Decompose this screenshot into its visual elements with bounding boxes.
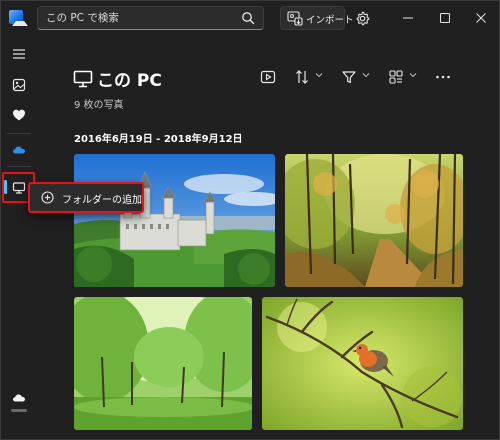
sidebar-item-onedrive[interactable] — [6, 137, 32, 163]
sidebar-item-favorites[interactable] — [6, 102, 32, 128]
import-icon — [287, 11, 303, 26]
chevron-down-icon — [315, 73, 323, 78]
photo-thumbnail-castle[interactable] — [74, 154, 275, 287]
rail-divider — [7, 166, 31, 167]
menu-toggle-button[interactable] — [6, 41, 32, 67]
maximize-button[interactable] — [427, 0, 464, 36]
search-input[interactable] — [46, 10, 236, 26]
photos-app-icon — [9, 10, 28, 26]
more-options-button[interactable] — [433, 66, 453, 88]
gear-icon — [356, 11, 370, 26]
add-folder-label: フォルダーの追加 — [62, 195, 142, 206]
onedrive-cloud-icon — [13, 146, 25, 154]
navigation-rail — [0, 38, 38, 440]
minimize-icon — [403, 17, 413, 19]
search-icon[interactable] — [241, 11, 255, 25]
layout-icon — [389, 70, 403, 84]
import-label: インポート — [306, 15, 354, 26]
close-button[interactable] — [463, 0, 500, 36]
hamburger-menu-icon — [13, 49, 25, 59]
page-title: この PC — [97, 71, 162, 91]
sidebar-item-gallery[interactable] — [6, 72, 32, 98]
slideshow-button[interactable] — [258, 66, 278, 88]
chevron-down-icon — [362, 73, 370, 78]
minimize-button[interactable] — [390, 0, 427, 36]
sidebar-item-icloud[interactable] — [6, 385, 32, 411]
maximize-icon — [440, 13, 450, 23]
green-park-photo — [74, 297, 252, 430]
selected-indicator — [4, 180, 7, 194]
photo-thumbnail-autumn-forest[interactable] — [285, 154, 463, 287]
filter-button[interactable] — [341, 66, 371, 88]
filter-icon — [342, 71, 356, 84]
this-pc-icon — [73, 70, 93, 88]
photo-count: 9 枚の写真 — [74, 100, 124, 111]
sort-icon — [296, 70, 308, 84]
slideshow-icon — [260, 70, 276, 84]
search-box[interactable] — [37, 6, 264, 30]
castle-photo — [74, 154, 275, 287]
rail-divider — [7, 133, 31, 134]
layout-button[interactable] — [388, 66, 418, 88]
close-icon — [476, 13, 486, 23]
title-bar: インポート — [0, 0, 500, 38]
settings-button[interactable] — [351, 6, 373, 30]
robin-photo — [262, 297, 463, 430]
sort-button[interactable] — [294, 66, 324, 88]
autumn-forest-photo — [285, 154, 463, 287]
date-range-heading: 2016年6月19日 - 2018年9月12日 — [74, 134, 243, 145]
add-folder-flyout[interactable]: フォルダーの追加 — [28, 182, 144, 213]
add-circle-icon — [41, 191, 54, 204]
photo-thumbnail-robin[interactable] — [262, 297, 463, 430]
chevron-down-icon — [409, 73, 417, 78]
icloud-status-bar — [11, 409, 27, 412]
photo-gallery-icon — [12, 78, 26, 92]
more-icon — [436, 75, 450, 79]
import-button[interactable]: インポート — [280, 6, 354, 30]
icloud-icon — [13, 394, 25, 402]
heart-icon — [13, 109, 25, 121]
photo-thumbnail-green-park[interactable] — [74, 297, 252, 430]
